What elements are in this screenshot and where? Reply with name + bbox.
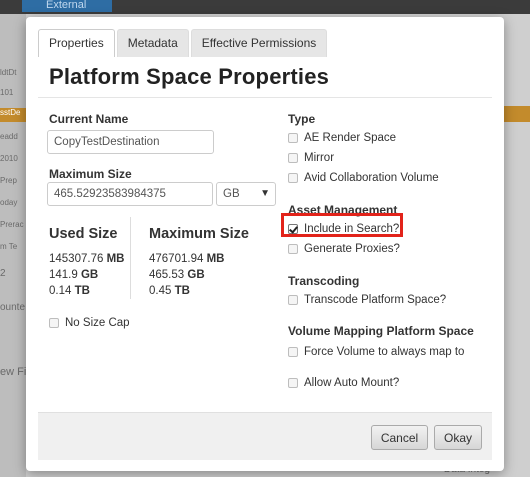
generate-proxies-checkbox[interactable] <box>288 244 298 254</box>
current-name-input[interactable] <box>47 130 214 154</box>
maximum-size-tb-value: 0.45 <box>149 285 172 297</box>
transcode-platform-space-option[interactable]: Transcode Platform Space? <box>288 294 446 306</box>
background-right-highlight <box>504 106 530 122</box>
dialog-title: Platform Space Properties <box>49 64 330 89</box>
background-sidebar-row: m Te <box>0 242 18 251</box>
used-size-heading: Used Size <box>49 226 118 242</box>
type-option-avid-collaboration-volume[interactable]: Avid Collaboration Volume <box>288 172 439 184</box>
generate-proxies-label: Generate Proxies? <box>304 243 400 255</box>
allow-auto-mount-checkbox[interactable] <box>288 378 298 388</box>
used-size-mb-value: 145307.76 <box>49 253 104 265</box>
used-size-gb-value: 141.9 <box>49 269 78 281</box>
maximum-size-gb-unit: GB <box>187 269 205 281</box>
background-sidebar-word: ew Fi <box>0 366 26 378</box>
transcoding-heading: Transcoding <box>288 274 360 288</box>
type-option-mirror[interactable]: Mirror <box>288 152 334 164</box>
current-name-label: Current Name <box>49 112 129 126</box>
maximum-size-tb-unit: TB <box>174 285 190 297</box>
force-volume-label: Force Volume to always map to <box>304 346 465 358</box>
mirror-checkbox[interactable] <box>288 153 298 163</box>
background-sidebar-word: ounte <box>0 302 26 313</box>
maximum-size-tb: 0.45 TB <box>149 283 190 299</box>
background-sidebar-row: ldtDt <box>0 68 17 77</box>
maximum-size-heading: Maximum Size <box>149 226 249 242</box>
no-size-cap-checkbox[interactable] <box>49 318 59 328</box>
maximum-size-mb: 476701.94 MB <box>149 251 224 267</box>
cancel-button[interactable]: Cancel <box>371 425 428 450</box>
dialog-tabs: Properties Metadata Effective Permission… <box>38 29 328 57</box>
background-sidebar: ldtDt 101 sstDe eadd 2010 Prep oday Prer… <box>0 14 26 477</box>
maximum-size-gb-value: 465.53 <box>149 269 185 281</box>
size-unit-select[interactable]: GB ▼ <box>216 182 276 206</box>
type-heading: Type <box>288 112 316 126</box>
maximum-size-input[interactable] <box>47 182 213 206</box>
size-unit-value: GB <box>223 188 240 200</box>
avid-collaboration-volume-checkbox[interactable] <box>288 173 298 183</box>
background-sidebar-row: 2010 <box>0 154 18 163</box>
maximum-size-mb-unit: MB <box>206 253 225 265</box>
force-volume-option[interactable]: Force Volume to always map to <box>288 346 464 358</box>
title-divider <box>38 97 492 98</box>
background-sidebar-row: eadd <box>0 132 18 141</box>
tab-effective-permissions[interactable]: Effective Permissions <box>190 29 328 57</box>
avid-collaboration-volume-label: Avid Collaboration Volume <box>304 172 439 184</box>
background-sidebar-row: Prep <box>0 176 17 185</box>
background-sidebar-row: oday <box>0 198 18 207</box>
used-size-gb: 141.9 GB <box>49 267 98 283</box>
background-sidebar-row: Prerac <box>0 220 24 229</box>
tab-properties[interactable]: Properties <box>38 29 115 57</box>
mirror-label: Mirror <box>304 152 335 164</box>
ae-render-space-label: AE Render Space <box>304 132 397 144</box>
highlight-annotation-box <box>281 213 403 237</box>
allow-auto-mount-label: Allow Auto Mount? <box>304 377 400 389</box>
background-tab: External <box>22 0 112 12</box>
dialog-footer: Cancel Okay <box>38 412 492 460</box>
background-sidebar-row-selected: sstDe <box>0 108 26 122</box>
no-size-cap-option[interactable]: No Size Cap <box>49 317 130 329</box>
transcode-platform-space-label: Transcode Platform Space? <box>304 294 447 306</box>
used-size-tb-value: 0.14 <box>49 285 72 297</box>
maximum-size-mb-value: 476701.94 <box>149 253 204 265</box>
background-sidebar-row: 101 <box>0 88 14 97</box>
used-size-mb-unit: MB <box>106 253 125 265</box>
used-size-gb-unit: GB <box>80 269 99 281</box>
force-volume-checkbox[interactable] <box>288 347 298 357</box>
maximum-size-gb: 465.53 GB <box>149 267 205 283</box>
used-size-mb: 145307.76 MB <box>49 251 124 267</box>
background-sidebar-row: 2 <box>0 268 6 279</box>
no-size-cap-label: No Size Cap <box>65 317 130 329</box>
maximum-size-label: Maximum Size <box>49 167 132 181</box>
ae-render-space-checkbox[interactable] <box>288 133 298 143</box>
used-size-tb-unit: TB <box>74 285 90 297</box>
type-option-ae-render-space[interactable]: AE Render Space <box>288 132 396 144</box>
used-size-tb: 0.14 TB <box>49 283 90 299</box>
okay-button[interactable]: Okay <box>434 425 482 450</box>
allow-auto-mount-option[interactable]: Allow Auto Mount? <box>288 377 399 389</box>
transcode-platform-space-checkbox[interactable] <box>288 295 298 305</box>
generate-proxies-option[interactable]: Generate Proxies? <box>288 243 400 255</box>
platform-space-properties-dialog: Properties Metadata Effective Permission… <box>26 17 504 471</box>
volume-mapping-heading: Volume Mapping Platform Space <box>288 324 474 338</box>
stats-divider <box>130 217 131 299</box>
tab-metadata[interactable]: Metadata <box>116 29 189 57</box>
chevron-down-icon: ▼ <box>260 188 270 199</box>
